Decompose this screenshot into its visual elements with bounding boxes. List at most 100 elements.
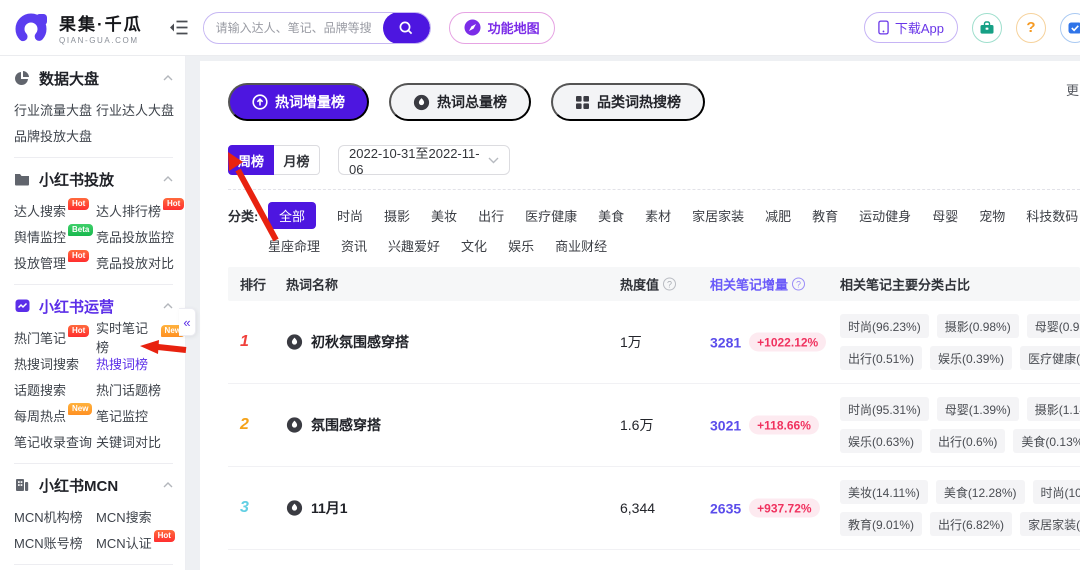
sidebar-item-label: 热搜词榜: [96, 356, 149, 372]
filter-chip[interactable]: 母婴: [932, 206, 958, 225]
filter-chip[interactable]: 减肥: [765, 206, 791, 225]
message-icon[interactable]: [1060, 12, 1080, 43]
heat-help-icon[interactable]: ?: [663, 277, 677, 291]
sidebar-item[interactable]: 关键词对比: [96, 428, 185, 454]
sidebar-item[interactable]: 实时笔记榜 New: [96, 321, 185, 355]
sidebar-collapse-icon[interactable]: [169, 19, 189, 36]
keyword-cell[interactable]: 初秋氛围感穿搭: [311, 332, 409, 352]
droplet-icon: [413, 94, 430, 111]
sidebar-item[interactable]: 热门话题榜: [96, 376, 185, 402]
hot-badge: Hot: [68, 250, 90, 262]
hot-badge: Hot: [68, 198, 90, 210]
category-filter: 分类: 全部 时尚 摄影 美妆 出行 医疗健康 美食 素材 家居家装 减肥 教育 运动健身 母婴 宠物 科技…: [228, 202, 1080, 259]
sidebar-item-label: 每周热点: [14, 408, 67, 424]
heat-cell: 1万: [620, 334, 642, 350]
search-button[interactable]: [382, 12, 430, 43]
sidebar-item[interactable]: 笔记监控: [96, 402, 185, 428]
sidebar-item[interactable]: 舆情监控 Beta: [14, 223, 96, 249]
sidebar-item[interactable]: 行业流量大盘: [14, 96, 96, 122]
period-option[interactable]: 周榜: [228, 145, 274, 175]
keyword-cell[interactable]: 氛围感穿搭: [311, 415, 381, 435]
main-panel: 热词增量榜 热词总量榜 品类词热搜榜 周榜 月榜 2022-10-31至2022-11…: [200, 61, 1080, 570]
sidebar-item[interactable]: MCN搜索: [96, 503, 185, 529]
chevron-up-icon: [163, 303, 173, 309]
sidebar-item[interactable]: 品牌投放大盘: [14, 122, 96, 148]
sidebar-section-header[interactable]: 小红书MCN: [14, 469, 185, 501]
sidebar-item[interactable]: 热搜词榜: [96, 350, 185, 376]
sidebar-item[interactable]: 每周热点 New: [14, 402, 96, 428]
sidebar-collapse-handle[interactable]: «: [179, 308, 196, 336]
filter-chip[interactable]: 美妆: [431, 206, 457, 225]
sidebar-section-items: 达人搜索 Hot 达人排行榜 Hot 舆情监控 Beta 竞品投放监控 投放管理 Hot 竞品投放…: [14, 195, 185, 279]
filter-chip[interactable]: 摄影: [384, 206, 410, 225]
filter-chip[interactable]: 教育: [812, 206, 838, 225]
heat-cell: 6,344: [620, 500, 656, 516]
category-tag: 家居家装(5.26%): [1020, 512, 1080, 536]
sidebar-section-items: 热门笔记 Hot 实时笔记榜 New 热搜词搜索 热搜词榜 话题搜索 热门话题榜 每周热点 New…: [14, 321, 185, 458]
filter-chip[interactable]: 商业财经: [555, 236, 607, 255]
keyword-cell[interactable]: 11月1: [311, 498, 348, 518]
more-link-partial[interactable]: 更: [1066, 80, 1079, 99]
filter-chip[interactable]: 全部: [268, 202, 317, 229]
category-tags: 美妆(14.11%) 美食(12.28%) 时尚(10.57%) 教育(9.01%) 出…: [840, 480, 1080, 536]
filter-chip[interactable]: 家居家装: [692, 206, 744, 225]
sidebar-item[interactable]: 竞品投放对比: [96, 249, 185, 275]
tab-active[interactable]: 热词增量榜: [228, 83, 369, 121]
category-tag: 时尚(96.23%): [840, 314, 929, 338]
increment-cell: 3021 +118.66%: [710, 415, 819, 435]
date-range-select[interactable]: 2022-10-31至2022-11-06: [338, 145, 510, 177]
sidebar-item[interactable]: 达人排行榜 Hot: [96, 197, 185, 223]
help-icon[interactable]: ?: [1016, 12, 1046, 43]
sidebar-item[interactable]: 热门笔记 Hot: [14, 324, 96, 350]
download-app-button[interactable]: 下载App: [863, 12, 958, 43]
filter-chip[interactable]: 时尚: [337, 206, 363, 225]
filter-chip[interactable]: 医疗健康: [525, 206, 577, 225]
period-option[interactable]: 月榜: [274, 145, 320, 175]
sidebar-item[interactable]: 竞品投放监控: [96, 223, 185, 249]
filter-chip[interactable]: 文化: [461, 236, 487, 255]
filter-chip[interactable]: 星座命理: [268, 236, 320, 255]
category-tag: 时尚(10.57%): [1032, 480, 1080, 504]
search-icon: [398, 20, 414, 36]
filter-chip[interactable]: 出行: [478, 206, 504, 225]
sidebar-item[interactable]: 投放管理 Hot: [14, 249, 96, 275]
filter-chip[interactable]: 娱乐: [508, 236, 534, 255]
tab-item[interactable]: 品类词热搜榜: [551, 83, 705, 121]
sidebar-section-items: MCN机构榜 MCN搜索 MCN账号榜 MCN认证 Hot: [14, 501, 185, 559]
category-tag: 时尚(95.31%): [840, 397, 929, 421]
sidebar-item[interactable]: 笔记收录查询: [14, 428, 96, 454]
search-input[interactable]: [203, 20, 383, 35]
filter-chip[interactable]: 美食: [598, 206, 624, 225]
category-tag: 医疗健康(0.18%): [1020, 346, 1080, 370]
increment-value[interactable]: 3281: [710, 334, 741, 350]
rank-cell: 2: [240, 416, 249, 433]
increment-value[interactable]: 3021: [710, 417, 741, 433]
table-row: 1 初秋氛围感穿搭 1万 3281 +1022.12% 时尚(96.23%) 摄影(0.98…: [228, 301, 1080, 384]
increment-value[interactable]: 2635: [710, 500, 741, 516]
feature-map-button[interactable]: 功能地图: [448, 11, 555, 44]
sidebar-item[interactable]: 行业达人大盘: [96, 96, 185, 122]
filter-chip[interactable]: 素材: [645, 206, 671, 225]
filter-chip[interactable]: 兴趣爱好: [388, 236, 440, 255]
sidebar-item[interactable]: 达人搜索 Hot: [14, 197, 96, 223]
filter-chip[interactable]: 资讯: [341, 236, 367, 255]
filter-chip[interactable]: 运动健身: [859, 206, 911, 225]
increment-help-icon[interactable]: ?: [792, 277, 806, 291]
sidebar-item[interactable]: MCN账号榜: [14, 529, 96, 555]
category-tag: 出行(6.82%): [930, 512, 1013, 536]
tab-item[interactable]: 热词总量榜: [389, 83, 531, 121]
category-tag: 美妆(14.11%): [840, 480, 928, 504]
sidebar-item[interactable]: MCN机构榜: [14, 503, 96, 529]
rank-tabs: 热词增量榜 热词总量榜 品类词热搜榜: [228, 83, 705, 121]
folder-icon: [14, 171, 31, 188]
filter-chip[interactable]: 宠物: [979, 206, 1005, 225]
sidebar-item[interactable]: MCN认证 Hot: [96, 529, 185, 555]
new-badge: New: [68, 403, 93, 415]
filter-chip[interactable]: 科技数码: [1026, 206, 1078, 225]
sidebar-item[interactable]: 话题搜索: [14, 376, 96, 402]
phone-icon: [878, 20, 889, 35]
toolbox-icon[interactable]: [972, 12, 1002, 43]
sidebar-section-header[interactable]: 数据大盘: [14, 62, 185, 94]
sidebar-item[interactable]: 热搜词搜索: [14, 350, 96, 376]
sidebar-section-header[interactable]: 小红书投放: [14, 163, 185, 195]
